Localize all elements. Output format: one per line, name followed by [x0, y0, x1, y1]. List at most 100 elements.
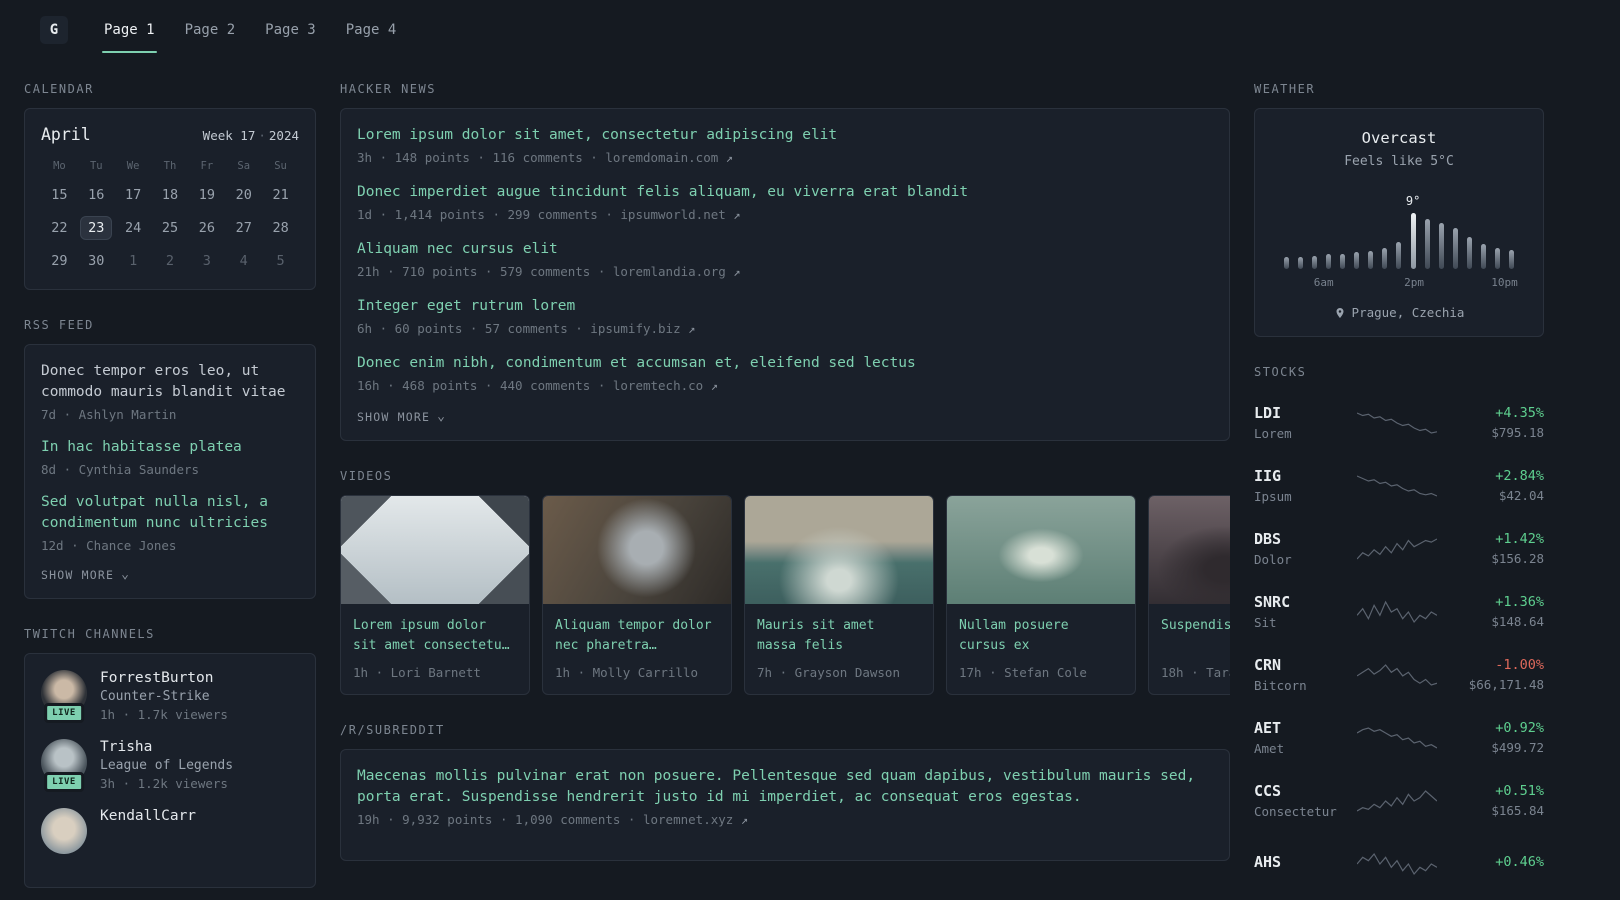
weather-axis-label: 10pm: [1491, 276, 1518, 289]
subreddit-post-meta: 19h · 9,932 points · 1,090 comments · lo…: [357, 812, 1213, 827]
hn-item-domain[interactable]: ipsumworld.net: [620, 207, 725, 222]
twitch-card: LIVE ForrestBurton Counter-Strike 1h · 1…: [24, 653, 316, 889]
hn-item-title[interactable]: Integer eget rutrum lorem: [357, 296, 1213, 317]
calendar-day[interactable]: 27: [225, 216, 262, 240]
rss-item-title[interactable]: Donec tempor eros leo, ut commodo mauris…: [41, 361, 299, 403]
calendar-day[interactable]: 29: [41, 249, 78, 273]
stock-row[interactable]: IIG Ipsum +2.84% $42.04: [1254, 454, 1544, 517]
calendar-day[interactable]: 26: [188, 216, 225, 240]
weather-bar: [1463, 237, 1477, 269]
hn-item-title[interactable]: Donec enim nibh, condimentum et accumsan…: [357, 353, 1213, 374]
middle-column: HACKER NEWS Lorem ipsum dolor sit amet, …: [340, 82, 1230, 889]
stock-row[interactable]: DBS Dolor +1.42% $156.28: [1254, 517, 1544, 580]
calendar-day[interactable]: 16: [78, 183, 115, 207]
avatar-wrap: LIVE: [41, 670, 87, 724]
channel-game: League of Legends: [100, 758, 234, 774]
calendar-day-next-month[interactable]: 1: [115, 249, 152, 273]
weather-bar: [1307, 256, 1321, 269]
calendar-day[interactable]: 25: [152, 216, 189, 240]
video-card[interactable]: Nullam posuere cursus ex 17h · Stefan Co…: [946, 495, 1136, 696]
subreddit-card: Maecenas mollis pulvinar erat non posuer…: [340, 749, 1230, 862]
video-card[interactable]: Suspendisse diam 18h · Tara Duncan: [1148, 495, 1230, 696]
video-title[interactable]: Nullam posuere cursus ex: [959, 616, 1123, 656]
stock-row[interactable]: SNRC Sit +1.36% $148.64: [1254, 580, 1544, 643]
weekday-label: Sa: [237, 160, 251, 172]
hn-item-domain[interactable]: loremdomain.com: [605, 150, 718, 165]
calendar-day-next-month[interactable]: 5: [262, 249, 299, 273]
hn-item: Aliquam nec cursus elit 21h · 710 points…: [357, 239, 1213, 279]
hn-item: Integer eget rutrum lorem 6h · 60 points…: [357, 296, 1213, 336]
tab-page-1[interactable]: Page 1: [102, 0, 157, 60]
hn-item-domain[interactable]: loremtech.co: [613, 378, 703, 393]
rss-item-title[interactable]: Sed volutpat nulla nisl, a condimentum n…: [41, 492, 299, 534]
weather-card: Overcast Feels like 5°C 9° 6am 2pm 10pm Pr…: [1254, 108, 1544, 337]
twitch-channel[interactable]: LIVE ForrestBurton Counter-Strike 1h · 1…: [41, 670, 299, 724]
rss-widget: RSS FEED Donec tempor eros leo, ut commo…: [24, 318, 316, 600]
external-link-icon: ↗: [740, 813, 749, 828]
stock-row[interactable]: AHS +0.46%: [1254, 832, 1544, 895]
video-thumbnail[interactable]: [341, 496, 529, 605]
hn-meta-text: 1d · 1,414 points · 299 comments ·: [357, 207, 621, 223]
calendar-day[interactable]: 17: [115, 183, 152, 207]
stock-price: $156.28: [1491, 551, 1544, 566]
video-card[interactable]: Mauris sit amet massa felis 7h · Grayson…: [744, 495, 934, 696]
video-thumbnail[interactable]: [543, 496, 731, 605]
calendar-day[interactable]: 19: [188, 183, 225, 207]
calendar-day[interactable]: 28: [262, 216, 299, 240]
video-thumbnail[interactable]: [947, 496, 1135, 605]
hn-item-title[interactable]: Lorem ipsum dolor sit amet, consectetur …: [357, 125, 1213, 146]
hn-item-meta: 16h · 468 points · 440 comments · loremt…: [357, 378, 1213, 393]
subreddit-post-domain[interactable]: loremnet.xyz: [643, 812, 733, 827]
video-thumbnail[interactable]: [1149, 496, 1230, 605]
calendar-day[interactable]: 30: [78, 249, 115, 273]
calendar-day[interactable]: 21: [262, 183, 299, 207]
video-card[interactable]: Aliquam tempor dolor nec pharetra… 1h · …: [542, 495, 732, 696]
video-title[interactable]: Lorem ipsum dolor sit amet consectetu…: [353, 616, 517, 656]
stock-change: +1.36%: [1495, 594, 1544, 610]
stock-row[interactable]: CCS Consectetur +0.51% $165.84: [1254, 769, 1544, 832]
calendar-day-selected[interactable]: 23: [80, 216, 113, 240]
calendar-day[interactable]: 22: [41, 216, 78, 240]
video-title[interactable]: Suspendisse diam: [1161, 616, 1230, 656]
subreddit-meta-text: 19h · 9,932 points · 1,090 comments ·: [357, 812, 643, 828]
calendar-day[interactable]: 24: [115, 216, 152, 240]
calendar-day[interactable]: 15: [41, 183, 78, 207]
app-logo[interactable]: G: [40, 16, 68, 44]
stock-row[interactable]: AET Amet +0.92% $499.72: [1254, 706, 1544, 769]
tab-page-4[interactable]: Page 4: [344, 0, 399, 60]
rss-item-title[interactable]: In hac habitasse platea: [41, 437, 299, 458]
hn-item-title[interactable]: Donec imperdiet augue tincidunt felis al…: [357, 182, 1213, 203]
rss-show-more-button[interactable]: SHOW MORE ⌄: [41, 568, 130, 582]
hn-item-domain[interactable]: loremlandia.org: [613, 264, 726, 279]
twitch-channel[interactable]: KendallCarr: [41, 808, 299, 855]
video-card[interactable]: Lorem ipsum dolor sit amet consectetu… 1…: [340, 495, 530, 696]
calendar-day[interactable]: 20: [225, 183, 262, 207]
widget-title-hacker-news: HACKER NEWS: [340, 82, 436, 96]
hn-item-domain[interactable]: ipsumify.biz: [590, 321, 680, 336]
video-body: Suspendisse diam 18h · Tara Duncan: [1149, 604, 1230, 694]
weather-bar: [1420, 219, 1434, 269]
video-body: Aliquam tempor dolor nec pharetra… 1h · …: [543, 604, 731, 694]
tab-page-3[interactable]: Page 3: [263, 0, 318, 60]
stock-sparkline: [1357, 852, 1437, 875]
video-title[interactable]: Mauris sit amet massa felis: [757, 616, 921, 656]
stock-row[interactable]: LDI Lorem +4.35% $795.18: [1254, 391, 1544, 454]
video-thumbnail[interactable]: [745, 496, 933, 605]
rss-item-meta: 7d · Ashlyn Martin: [41, 407, 177, 423]
hn-meta-text: 3h · 148 points · 116 comments ·: [357, 150, 606, 166]
calendar-day-next-month[interactable]: 4: [225, 249, 262, 273]
twitch-channel-info: Trisha League of Legends 3h · 1.2k viewe…: [100, 739, 233, 791]
calendar-day-next-month[interactable]: 2: [152, 249, 189, 273]
subreddit-post-title[interactable]: Maecenas mollis pulvinar erat non posuer…: [357, 766, 1213, 808]
calendar-day[interactable]: 18: [152, 183, 189, 207]
weather-bar: [1279, 257, 1293, 269]
hn-item-title[interactable]: Aliquam nec cursus elit: [357, 239, 1213, 260]
chevron-down-icon: ⌄: [121, 567, 131, 583]
video-row: Lorem ipsum dolor sit amet consectetu… 1…: [340, 495, 1230, 696]
tab-page-2[interactable]: Page 2: [183, 0, 238, 60]
hn-show-more-button[interactable]: SHOW MORE ⌄: [357, 410, 446, 424]
twitch-channel[interactable]: LIVE Trisha League of Legends 3h · 1.2k …: [41, 739, 299, 793]
stock-row[interactable]: CRN Bitcorn -1.00% $66,171.48: [1254, 643, 1544, 706]
calendar-day-next-month[interactable]: 3: [188, 249, 225, 273]
video-title[interactable]: Aliquam tempor dolor nec pharetra…: [555, 616, 719, 656]
